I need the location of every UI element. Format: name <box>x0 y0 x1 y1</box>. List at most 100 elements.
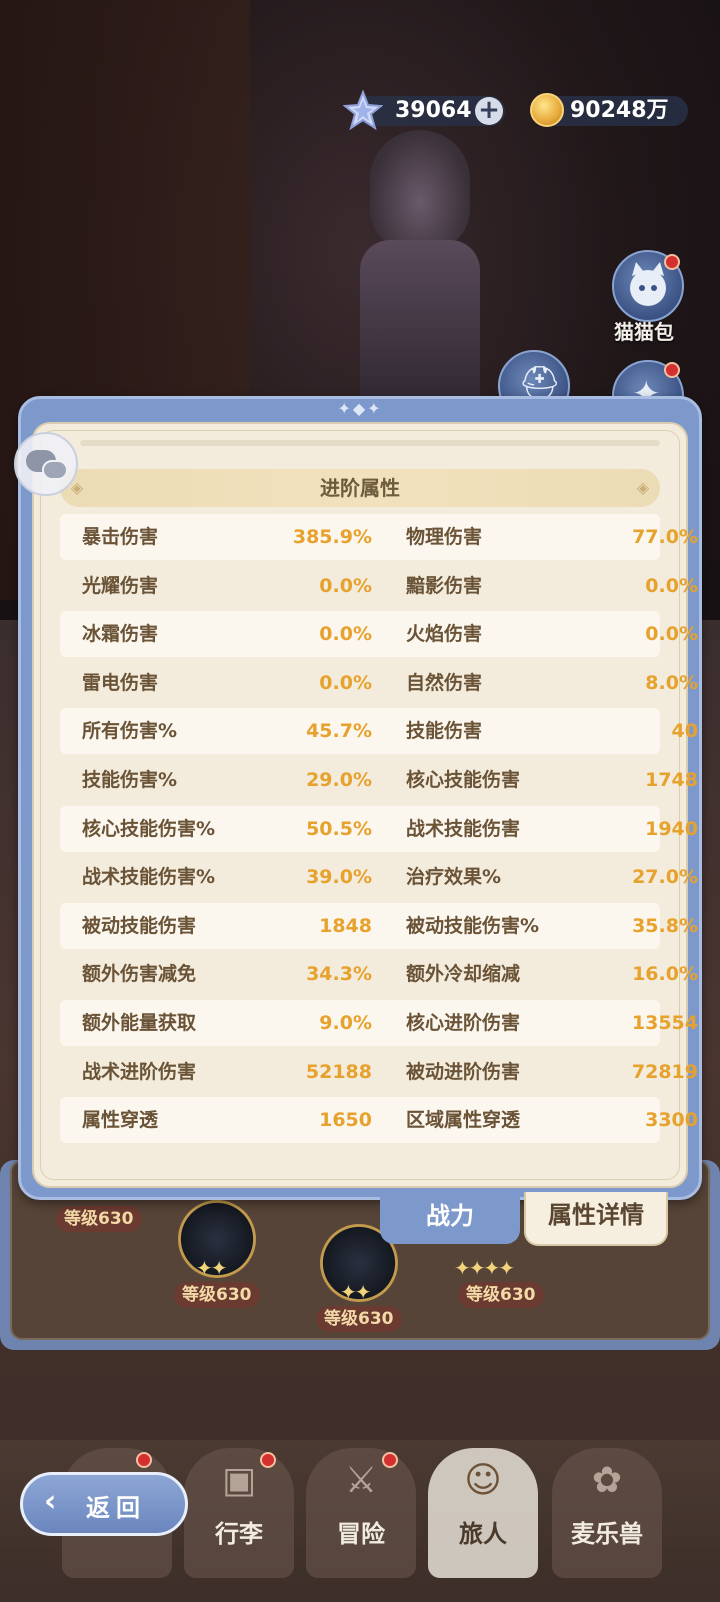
stat-value: 1940 <box>645 817 698 840</box>
skill-stars: ✦✦ <box>340 1280 371 1304</box>
stat-value: 16.0% <box>632 963 698 986</box>
stat-value: 40 <box>671 720 698 743</box>
stat-value: 39.0% <box>306 866 372 889</box>
stat-value: 0.0% <box>645 623 698 646</box>
stat-value: 3300 <box>645 1109 698 1132</box>
stat-value: 0.0% <box>319 671 372 694</box>
stat-value: 35.8% <box>632 914 698 937</box>
skill-level-badge: 等级630 <box>458 1282 544 1308</box>
stat-row: 暴击伤害 385.9% 物理伤害 77.0% <box>60 514 698 563</box>
scroll-track[interactable] <box>80 440 660 446</box>
nav-alert-dot <box>136 1452 152 1468</box>
stat-name: 治疗效果% <box>406 866 502 889</box>
stat-name: 额外冷却缩减 <box>406 963 521 986</box>
stat-row: 战术技能伤害% 39.0% 治疗效果% 27.0% <box>60 854 698 903</box>
stat-name: 物理伤害 <box>406 526 483 548</box>
stat-name: 核心进阶伤害 <box>406 1011 521 1034</box>
skill-level-badge: 等级630 <box>56 1206 142 1232</box>
stat-name: 暴击伤害 <box>82 526 159 548</box>
stat-value: 77.0% <box>632 526 698 548</box>
stat-value: 52188 <box>305 1060 372 1083</box>
stat-name: 战术技能伤害 <box>406 817 521 840</box>
character-model[interactable] <box>330 130 510 410</box>
stat-row: 核心技能伤害% 50.5% 战术技能伤害 1940 <box>60 805 698 855</box>
stat-value: 45.7% <box>306 720 372 743</box>
back-arrow-icon: ‹ <box>44 1484 57 1519</box>
cat-bag-alert-dot <box>664 254 680 270</box>
stat-row: 额外伤害减免 34.3% 额外冷却缩减 16.0% <box>60 951 698 1000</box>
stat-name: 所有伤害% <box>82 720 178 743</box>
stat-row: 战术进阶伤害 52188 被动进阶伤害 72819 <box>60 1049 698 1098</box>
tab-attribute-details[interactable]: 属性详情 <box>524 1192 668 1246</box>
skill-level-badge: 等级630 <box>316 1306 402 1332</box>
stat-value: 8.0% <box>645 671 698 694</box>
stat-row: 雷电伤害 0.0% 自然伤害 8.0% <box>60 660 698 709</box>
stat-row: 所有伤害% 45.7% 技能伤害 40 <box>60 708 698 757</box>
stat-name: 属性穿透 <box>82 1109 159 1132</box>
chat-icon-secondary <box>42 460 68 480</box>
stat-value: 1748 <box>645 768 698 791</box>
stat-name: 战术技能伤害% <box>82 866 216 889</box>
gold-coin-icon <box>530 93 564 127</box>
stat-name: 被动技能伤害% <box>406 914 540 937</box>
stat-name: 自然伤害 <box>406 671 483 694</box>
luggage-icon: ▣ <box>221 1460 256 1501</box>
stat-name: 雷电伤害 <box>82 671 159 694</box>
stat-name: 技能伤害% <box>82 768 178 791</box>
stat-name: 额外伤害减免 <box>82 963 197 986</box>
nav-alert-dot <box>260 1452 276 1468</box>
nav-pet-label: 麦乐兽 <box>571 1520 643 1548</box>
stat-row: 被动技能伤害 1848 被动技能伤害% 35.8% <box>60 902 698 952</box>
stat-value: 1650 <box>319 1109 372 1132</box>
stat-name: 被动技能伤害 <box>82 914 197 937</box>
stat-value: 34.3% <box>306 963 372 986</box>
stat-value: 385.9% <box>292 526 372 548</box>
stat-value: 0.0% <box>645 574 698 597</box>
stat-name: 技能伤害 <box>406 720 483 743</box>
nav-alert-dot <box>382 1452 398 1468</box>
crossed-swords-icon: ⚔ <box>344 1460 378 1501</box>
back-label: 返回 <box>86 1494 146 1522</box>
diamond-icon: ◈ <box>636 478 650 497</box>
gem-amount: 39064 <box>395 98 472 123</box>
nav-luggage-label: 行李 <box>215 1520 263 1548</box>
stat-value: 29.0% <box>306 768 372 791</box>
crystal-star-icon <box>343 90 383 130</box>
stat-name: 核心技能伤害% <box>82 817 216 840</box>
skill-level-badge: 等级630 <box>174 1282 260 1308</box>
skill-stars: ✦✦✦✦ <box>454 1256 515 1280</box>
stat-row: 光耀伤害 0.0% 黯影伤害 0.0% <box>60 563 698 612</box>
stat-name: 核心技能伤害 <box>406 768 521 791</box>
stat-name: 被动进阶伤害 <box>406 1060 521 1083</box>
stat-name: 区域属性穿透 <box>406 1109 521 1132</box>
cat-bag-label: 猫猫包 <box>614 320 674 344</box>
stat-value: 0.0% <box>319 574 372 597</box>
stat-name: 战术进阶伤害 <box>82 1060 197 1083</box>
stat-value: 50.5% <box>306 817 372 840</box>
stat-row: 冰霜伤害 0.0% 火焰伤害 0.0% <box>60 611 698 660</box>
add-gems-button[interactable]: + <box>475 97 503 125</box>
nav-adventure-label: 冒险 <box>337 1520 385 1548</box>
stat-name: 额外能量获取 <box>82 1011 197 1034</box>
character-head <box>370 130 470 250</box>
panel-ornament: ✦◆✦ <box>337 399 383 418</box>
stat-value: 13554 <box>631 1011 698 1034</box>
skill-stars: ✦✦ <box>196 1256 227 1280</box>
stat-value: 9.0% <box>319 1011 372 1034</box>
tab-power[interactable]: 战力 <box>380 1192 520 1244</box>
section-header: ◈ 进阶属性 ◈ <box>60 469 660 507</box>
creature-alert-dot <box>664 362 680 378</box>
chat-button[interactable] <box>14 432 78 496</box>
stat-name: 火焰伤害 <box>406 623 483 646</box>
stat-row: 属性穿透 1650 区域属性穿透 3300 <box>60 1097 698 1146</box>
stat-name: 黯影伤害 <box>406 574 483 597</box>
section-title: 进阶属性 <box>320 476 400 500</box>
fox-icon: ✿ <box>591 1460 623 1501</box>
character-body <box>360 240 480 410</box>
stat-value: 1848 <box>319 914 372 937</box>
traveler-icon: ☺ <box>464 1460 502 1501</box>
gem-counter: 39064 + <box>343 90 505 130</box>
gold-amount: 90248万 <box>570 98 669 123</box>
stat-row: 额外能量获取 9.0% 核心进阶伤害 13554 <box>60 999 698 1049</box>
nav-traveler-label: 旅人 <box>459 1520 507 1548</box>
